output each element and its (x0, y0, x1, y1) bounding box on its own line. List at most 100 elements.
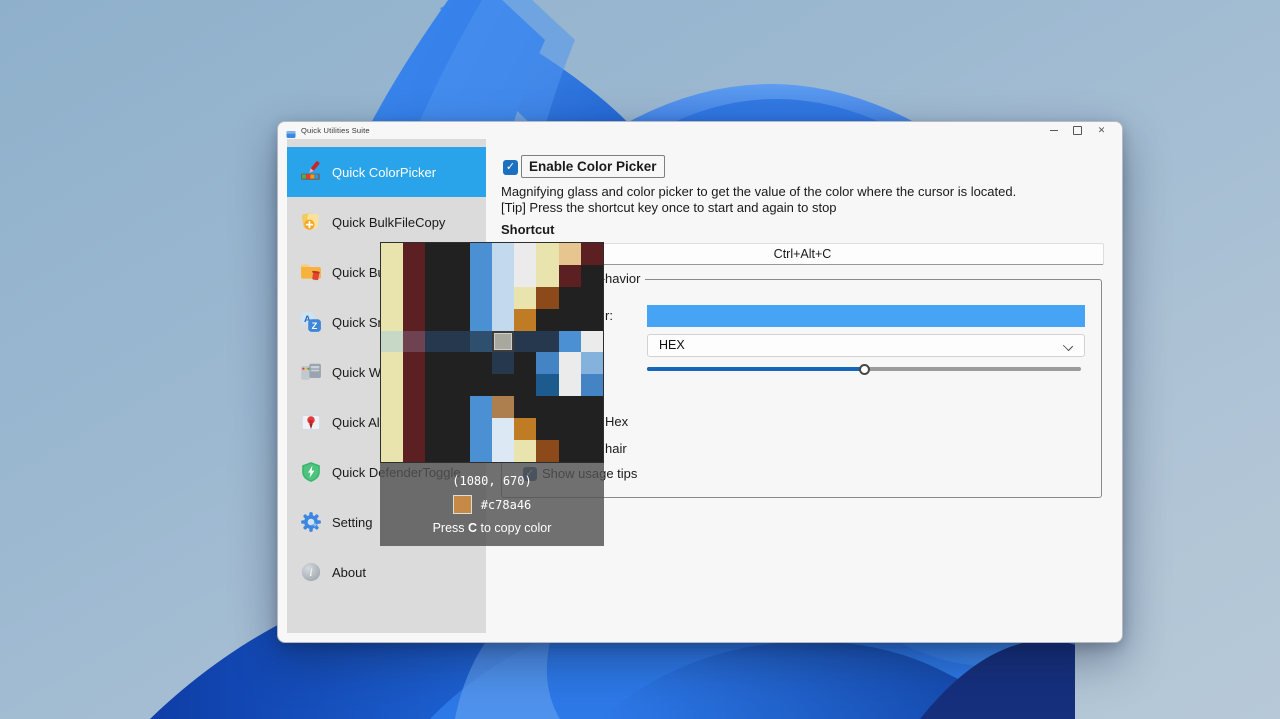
folder-delete-icon (300, 261, 322, 283)
magnifier-pixel (448, 243, 470, 265)
magnifier-pixel (470, 374, 492, 396)
close-icon: ✕ (1098, 126, 1106, 135)
magnifier-pixel (448, 287, 470, 309)
magnifier-pixel (425, 440, 447, 462)
color-format-dropdown[interactable]: HEX (647, 334, 1085, 357)
magnifier-pixel (559, 309, 581, 331)
magnifier-pixel (470, 418, 492, 440)
magnifier-pixel (403, 440, 425, 462)
magnifier-pixel (492, 287, 514, 309)
minimize-button[interactable] (1046, 124, 1061, 137)
magnifier-pixel (581, 309, 603, 331)
magnifier-pixel (425, 418, 447, 440)
magnifier-pixel (448, 374, 470, 396)
magnifier-pixel (492, 331, 514, 353)
magnifier-pixel (470, 396, 492, 418)
magnifier-pixel (492, 309, 514, 331)
magnifier-pixel (559, 287, 581, 309)
magnifier-pixel (559, 396, 581, 418)
crosshair-option-label[interactable]: hair (605, 441, 627, 456)
magnifier-pixel (448, 396, 470, 418)
window-title: Quick Utilities Suite (301, 126, 370, 135)
hex-option-label[interactable]: Hex (605, 414, 628, 429)
sidebar-item-bulkfilecopy[interactable]: Quick BulkFileCopy (287, 197, 486, 247)
magnifier-pixel (514, 396, 536, 418)
maximize-button[interactable] (1070, 124, 1085, 137)
gear-icon (300, 511, 322, 533)
picked-color-preview (647, 305, 1085, 327)
sidebar-item-colorpicker[interactable]: Quick ColorPicker (287, 147, 486, 197)
magnifier-pixel (536, 418, 558, 440)
magnifier-pixel (403, 352, 425, 374)
magnifier-pixel (536, 265, 558, 287)
magnifier-pixel (381, 265, 403, 287)
magnifier-pixel (425, 374, 447, 396)
magnifier-pixel (581, 418, 603, 440)
magnifier-pixel (448, 418, 470, 440)
maximize-icon (1073, 126, 1082, 135)
translate-icon: AZ (300, 311, 322, 333)
magnifier-pixel (514, 309, 536, 331)
behavior-groupbox-legend: havior (605, 271, 645, 286)
description-line-1: Magnifying glass and color picker to get… (501, 184, 1016, 199)
magnifier-pixel (470, 440, 492, 462)
magnifier-pixel (581, 352, 603, 374)
magnifier-pixel (492, 265, 514, 287)
magnifier-pixel (403, 396, 425, 418)
magnifier-pixel (536, 287, 558, 309)
magnifier-pixel (381, 352, 403, 374)
magnifier-pixel (581, 374, 603, 396)
magnifier-pixel (381, 309, 403, 331)
colorpicker-icon (300, 161, 322, 183)
magnifier-pixel (470, 352, 492, 374)
slider-handle[interactable] (859, 364, 870, 375)
magnifier-pixel-grid (380, 242, 604, 463)
sidebar-item-label: About (332, 565, 366, 580)
magnifier-pixel (381, 374, 403, 396)
magnifier-pixel (559, 352, 581, 374)
magnifier-pixel (514, 265, 536, 287)
sidebar-item-about[interactable]: i About (287, 547, 486, 597)
svg-text:i: i (309, 567, 312, 579)
sidebar-item-label: Quick Al (332, 415, 380, 430)
picked-color-hex: #c78a46 (481, 498, 532, 512)
magnifier-pixel (425, 331, 447, 353)
magnifier-pixel (536, 374, 558, 396)
enable-colorpicker-label[interactable]: Enable Color Picker (521, 155, 665, 178)
magnifier-zoom-slider[interactable] (647, 367, 1081, 371)
magnifier-pixel (559, 418, 581, 440)
magnifier-pixel (470, 309, 492, 331)
magnifier-pixel (559, 243, 581, 265)
magnifier-pixel (403, 331, 425, 353)
picked-color-swatch (453, 495, 472, 514)
magnifier-pixel (381, 418, 403, 440)
sidebar-item-label: Quick ColorPicker (332, 165, 436, 180)
magnifier-pixel (559, 440, 581, 462)
magnifier-pixel (448, 440, 470, 462)
color-label: r: (605, 308, 613, 323)
magnifier-pixel (492, 243, 514, 265)
magnifier-pixel (581, 396, 603, 418)
magnifier-pixel (514, 352, 536, 374)
magnifier-info-panel: (1080, 670) #c78a46 Press C to copy colo… (380, 463, 604, 546)
magnifier-pixel (492, 374, 514, 396)
window-controls: ✕ (1046, 124, 1109, 137)
magnifier-pixel (536, 440, 558, 462)
pin-icon (300, 411, 322, 433)
enable-colorpicker-checkbox[interactable]: ✓ (503, 160, 518, 175)
magnifier-pixel (514, 243, 536, 265)
sidebar-item-label: Quick Sn (332, 315, 385, 330)
magnifier-pixel (536, 352, 558, 374)
copy-files-icon (300, 211, 322, 233)
magnifier-pixel (403, 374, 425, 396)
magnifier-pixel (559, 265, 581, 287)
cursor-coordinates: (1080, 670) (380, 474, 604, 488)
magnifier-pixel (559, 374, 581, 396)
magnifier-pixel (470, 265, 492, 287)
magnifier-pixel (448, 331, 470, 353)
magnifier-pixel (470, 243, 492, 265)
magnifier-pixel (381, 396, 403, 418)
close-button[interactable]: ✕ (1094, 124, 1109, 137)
magnifier-pixel (381, 243, 403, 265)
color-format-value: HEX (659, 338, 685, 352)
